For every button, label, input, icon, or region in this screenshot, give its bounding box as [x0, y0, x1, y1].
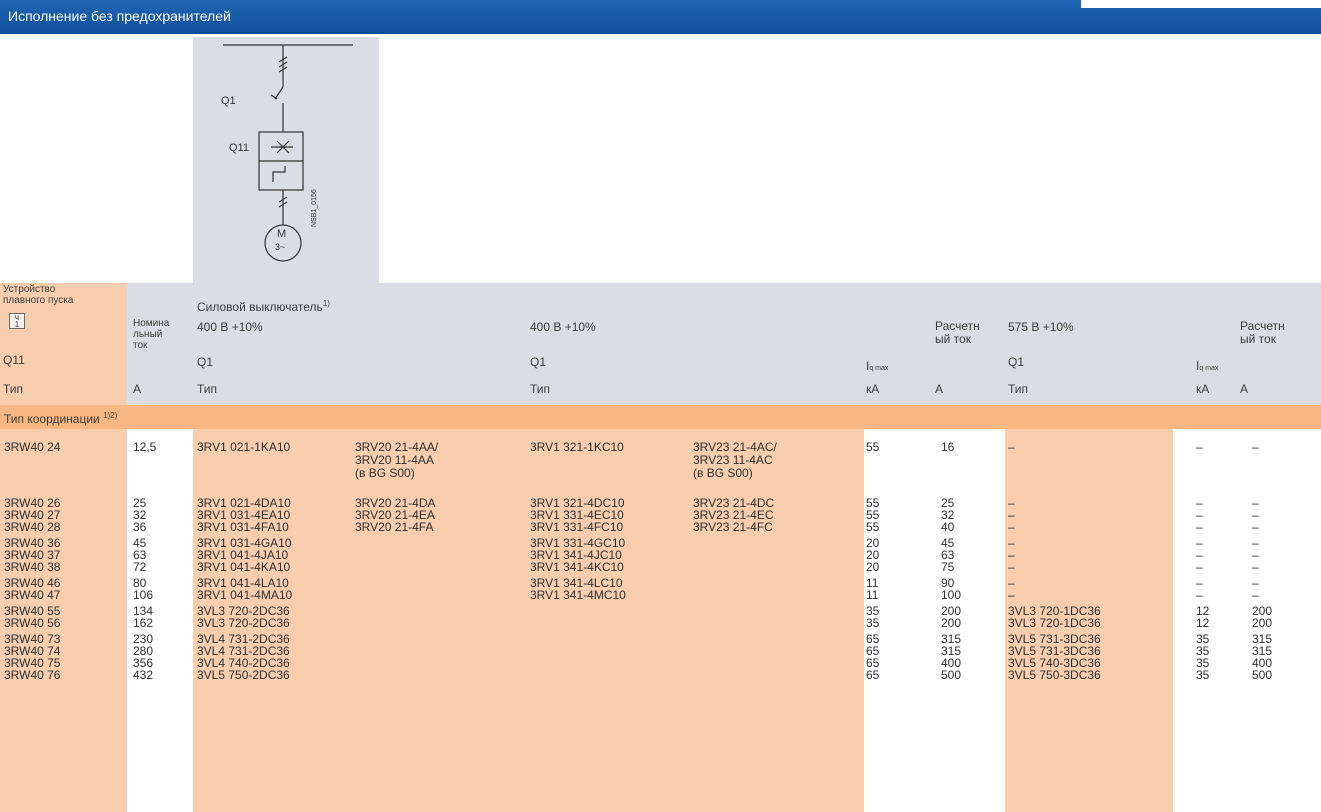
unit-header-nominal: A: [133, 382, 142, 396]
device-cell: 3RW40 56: [4, 616, 61, 630]
voltage-header-575: 575 B +10%: [1008, 320, 1074, 334]
rated-575-cell: –: [1252, 560, 1259, 574]
nominal-current-cell: 12,5: [133, 440, 157, 454]
rated-header-b: Расчетн ый ток: [1240, 319, 1285, 346]
rated-575-cell: 500: [1252, 668, 1273, 682]
breaker-400-a-cell: 3RV1 021-1KA10: [197, 440, 291, 454]
iq-575-cell: –: [1196, 520, 1203, 534]
breaker-400-a-cell: 3RV1 031-4FA10: [197, 520, 289, 534]
iq-575-cell: –: [1196, 440, 1203, 454]
iq-400-cell: 35: [866, 616, 880, 630]
type-header-a: Тип: [197, 382, 218, 396]
q1-header-b: Q1: [530, 355, 547, 369]
ka-header-b: кА: [1196, 382, 1210, 396]
rated-400-cell: 16: [941, 440, 955, 454]
rated-575-cell: –: [1252, 588, 1259, 602]
breaker-575-cell: 3VL3 720-1DC36: [1008, 616, 1101, 630]
page-title: Исполнение без предохранителей: [8, 8, 231, 24]
device-cell: 3RW40 47: [4, 588, 61, 602]
device-cell: 3RW40 38: [4, 560, 61, 574]
rated-header-a: Расчетн ый ток: [935, 319, 980, 346]
rated-400-cell: 500: [941, 668, 962, 682]
nominal-current-cell: 162: [133, 616, 154, 630]
rated-575-cell: –: [1252, 440, 1259, 454]
diagram-code: NSB1_0156: [311, 189, 318, 227]
device-header: Устройство плавного пуска: [3, 284, 74, 306]
nominal-current-cell: 36: [133, 520, 147, 534]
breaker-label: Силовой выключатель: [197, 300, 323, 314]
q1-400-col2-fill: [519, 429, 864, 812]
nominal-current-cell: 72: [133, 560, 147, 574]
q1-header-a: Q1: [197, 355, 214, 369]
rated-400-cell: 75: [941, 560, 955, 574]
soft-starter-icon: ч 1: [9, 313, 25, 329]
breaker-note: 1): [322, 299, 330, 308]
coordination-text: Тип координации: [4, 412, 100, 426]
rated-575-cell: 200: [1252, 616, 1273, 630]
rated-575-cell: –: [1252, 520, 1259, 534]
title-bar: Исполнение без предохранителей: [0, 0, 1321, 34]
iq-575-cell: 35: [1196, 668, 1210, 682]
type-header-c: Тип: [1008, 382, 1029, 396]
iq-575-cell: –: [1196, 560, 1203, 574]
iq-header-b: Iq max: [1196, 360, 1218, 375]
breaker-400-c-cell: 3RV1 341-4MC10: [530, 588, 626, 602]
breaker-400-a-cell: 3RV1 041-4MA10: [197, 588, 293, 602]
nominal-current-cell: 106: [133, 588, 154, 602]
rated-400-cell: 40: [941, 520, 955, 534]
title-notch: [1081, 0, 1321, 8]
iq-400-cell: 11: [866, 588, 879, 602]
breaker-575-cell: –: [1008, 440, 1015, 454]
breaker-400-a-cell: 3VL5 750-2DC36: [197, 668, 290, 682]
motor-label-m: M: [277, 228, 287, 240]
iq-sub-b: q max: [1199, 365, 1219, 372]
breaker-575-cell: 3VL5 750-3DC36: [1008, 668, 1101, 682]
breaker-header: Силовой выключатель1): [197, 297, 330, 314]
iq-header-a: Iq max: [866, 360, 888, 375]
ka-header-a: кА: [866, 382, 880, 396]
type-header-b: Тип: [530, 382, 551, 396]
circuit-diagram-drawing: [223, 44, 353, 262]
type-header-device: Тип: [3, 382, 24, 396]
iq-400-cell: 55: [866, 520, 880, 534]
voltage-header-400-a: 400 B +10%: [197, 320, 263, 334]
diagram-label-q1: Q1: [221, 95, 236, 107]
device-cell: 3RW40 24: [4, 440, 61, 454]
coordination-band: [0, 405, 1321, 429]
device-cell: 3RW40 76: [4, 668, 61, 682]
breaker-400-b-cell: 3RV20 21-4FA: [355, 520, 434, 534]
iq-400-cell: 65: [866, 668, 880, 682]
breaker-400-d-cell: 3RV23 21-4AC/ 3RV23 11-4AC (в BG S00): [693, 440, 777, 480]
breaker-400-d-cell: 3RV23 21-4FC: [693, 520, 773, 534]
nominal-current-cell: 432: [133, 668, 154, 682]
breaker-575-cell: –: [1008, 560, 1015, 574]
diagram-label-q11: Q11: [229, 142, 249, 154]
device-cell: 3RW40 28: [4, 520, 61, 534]
unit-header-rated-a: A: [935, 382, 944, 396]
iq-400-cell: 20: [866, 560, 880, 574]
iq-sub-a: q max: [869, 365, 889, 372]
coordination-label: Тип координации 1)2): [4, 409, 117, 426]
breaker-400-a-cell: 3VL3 720-2DC36: [197, 616, 290, 630]
breaker-575-cell: –: [1008, 520, 1015, 534]
breaker-575-cell: –: [1008, 588, 1015, 602]
breaker-400-c-cell: 3RV1 321-1KC10: [530, 440, 624, 454]
q1-header-c: Q1: [1008, 355, 1025, 369]
breaker-400-a-cell: 3RV1 041-4KA10: [197, 560, 291, 574]
circuit-diagram: Q1 Q11 M 3~ NSB1_0156: [193, 37, 379, 283]
breaker-400-c-cell: 3RV1 331-4FC10: [530, 520, 624, 534]
rated-400-cell: 100: [941, 588, 962, 602]
iq-575-cell: –: [1196, 588, 1203, 602]
q11-header: Q11: [3, 353, 25, 367]
breaker-400-b-cell: 3RV20 21-4AA/ 3RV20 11-4AA (в BG S00): [355, 440, 439, 480]
nominal-header: Номина льный ток: [133, 318, 170, 351]
breaker-400-c-cell: 3RV1 341-4KC10: [530, 560, 624, 574]
unit-header-rated-b: A: [1240, 382, 1249, 396]
voltage-header-400-b: 400 B +10%: [530, 320, 596, 334]
iq-575-cell: 12: [1196, 616, 1210, 630]
motor-label-phase: 3~: [275, 242, 286, 252]
iq-400-cell: 55: [866, 440, 880, 454]
rated-400-cell: 200: [941, 616, 962, 630]
coordination-note: 1)2): [103, 411, 118, 420]
